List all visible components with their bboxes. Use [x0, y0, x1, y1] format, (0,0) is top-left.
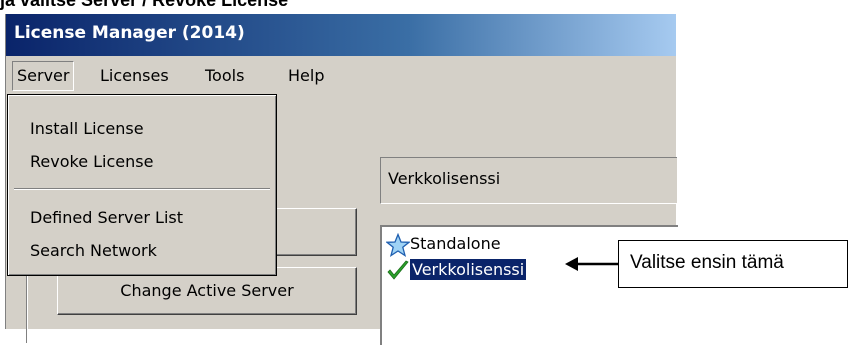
list-item-label: Standalone [410, 234, 501, 253]
menu-item-install-license[interactable]: Install License [30, 119, 144, 138]
menu-item-defined-server-list[interactable]: Defined Server List [30, 208, 183, 227]
page-caption: ja valitse Server / Revoke License [0, 0, 289, 10]
title-bar[interactable]: License Manager (2014) [6, 14, 676, 56]
star-icon [386, 233, 410, 257]
server-menu-dropdown: Install License Revoke License Defined S… [7, 94, 277, 276]
arrow-left-icon [565, 257, 619, 271]
selected-license-field: Verkkolisenssi [380, 157, 677, 204]
menu-bar: Server Licenses Tools Help [6, 56, 676, 96]
annotation-text: Valitse ensin tämä [630, 252, 784, 273]
menu-item-search-network[interactable]: Search Network [30, 241, 157, 260]
annotation-callout: Valitse ensin tämä [618, 240, 848, 288]
list-item-label: Verkkolisenssi [408, 258, 528, 281]
menu-licenses[interactable]: Licenses [100, 66, 169, 85]
menu-item-revoke-license[interactable]: Revoke License [30, 152, 153, 171]
menu-tools[interactable]: Tools [205, 66, 244, 85]
menu-help[interactable]: Help [288, 66, 324, 85]
menu-separator [14, 188, 270, 190]
checkmark-icon [387, 260, 409, 280]
selected-license-value: Verkkolisenssi [388, 169, 501, 188]
change-active-server-label: Change Active Server [120, 281, 294, 300]
menu-server[interactable]: Server [12, 61, 75, 91]
window-title: License Manager (2014) [14, 23, 245, 43]
